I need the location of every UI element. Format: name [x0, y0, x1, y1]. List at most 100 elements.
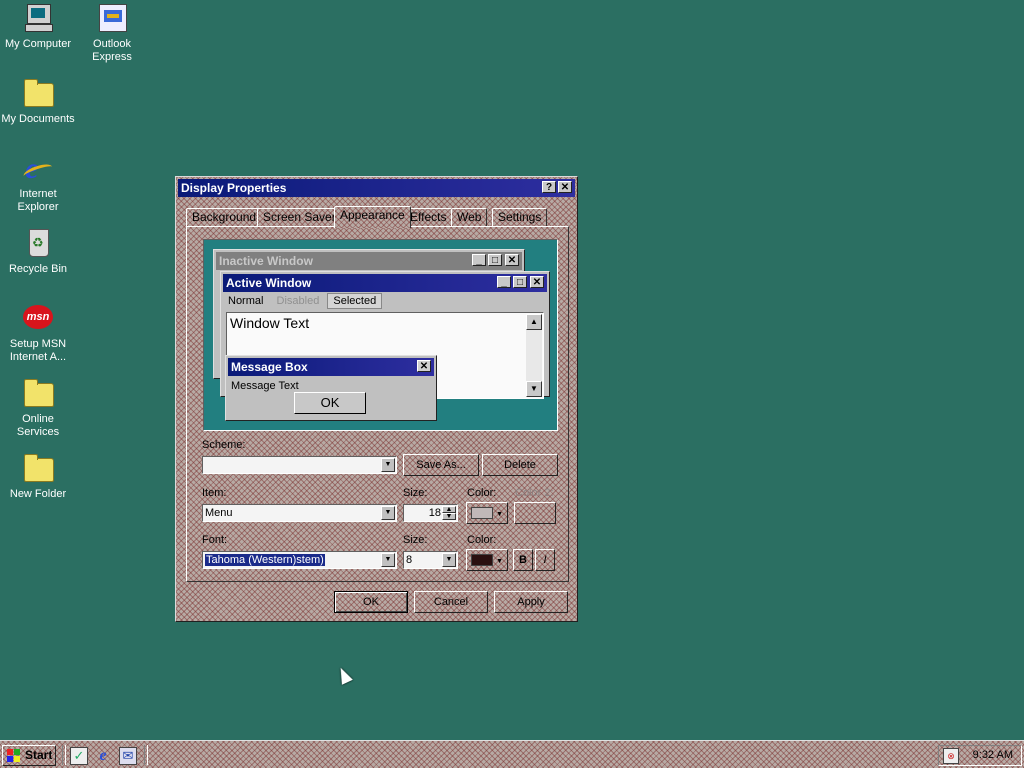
item-color-button[interactable]: ▼	[466, 502, 508, 524]
quicklaunch-divider	[62, 745, 66, 765]
dialog-titlebar[interactable]: Display Properties ? ✕	[178, 179, 575, 197]
bold-button[interactable]: B	[513, 549, 533, 571]
chevron-down-icon: ▼	[381, 506, 395, 520]
taskbar-divider	[144, 745, 148, 765]
folder-icon	[22, 452, 54, 484]
font-dropdown[interactable]: Tahoma (Western)stem) ▼	[202, 551, 397, 569]
font-color-label: Color:	[467, 534, 497, 546]
font-color-button[interactable]: ▼	[466, 549, 508, 571]
desktop-icon-label: My Documents	[1, 113, 75, 125]
save-as-button[interactable]: Save As...	[403, 454, 479, 476]
close-icon: ✕	[530, 276, 544, 288]
outlook-express-icon	[96, 2, 128, 34]
chevron-down-icon: ▼	[381, 553, 395, 567]
italic-button[interactable]: I	[535, 549, 555, 571]
tab-background[interactable]: Background	[186, 208, 263, 226]
scheduler-icon[interactable]: ⊗	[943, 748, 959, 764]
scroll-down-icon: ▼	[526, 381, 542, 397]
scheme-dropdown[interactable]: ▼	[202, 456, 397, 474]
scheme-preview[interactable]: Inactive Window _ □ ✕ Active Window _ □ …	[203, 239, 558, 431]
item-dropdown[interactable]: Menu ▼	[202, 504, 397, 522]
delete-button[interactable]: Delete	[482, 454, 558, 476]
help-button[interactable]: ?	[542, 181, 556, 193]
desktop-icon-label: My Computer	[4, 38, 72, 50]
appearance-panel: Inactive Window _ □ ✕ Active Window _ □ …	[186, 226, 569, 582]
color2-button	[514, 502, 556, 524]
spin-down-icon[interactable]: ▼	[442, 513, 456, 520]
desktop-icon-my-computer[interactable]: My Computer	[0, 2, 76, 51]
taskbar: Start ✓ e ✉ ⊗ 9:32 AM	[0, 740, 1024, 768]
item-size-label: Size:	[403, 487, 428, 499]
color2-label: Color 2:	[515, 487, 554, 499]
display-properties-dialog: Display Properties ? ✕ Background Screen…	[175, 176, 578, 622]
recycle-bin-icon	[22, 227, 54, 259]
message-box-title: Message Box	[228, 358, 434, 376]
item-size-spinner[interactable]: 18 ▲ ▼	[403, 504, 458, 522]
windows-logo-icon	[7, 749, 21, 762]
item-value: Menu	[205, 507, 233, 519]
tab-screen-saver[interactable]: Screen Saver	[257, 208, 342, 226]
msn-icon: msn	[22, 302, 54, 334]
font-size-label: Size:	[403, 534, 428, 546]
folder-icon	[22, 77, 54, 109]
font-size-value: 8	[406, 554, 413, 566]
ok-button[interactable]: OK	[334, 591, 408, 613]
minimize-icon: _	[472, 254, 486, 266]
close-icon: ✕	[417, 360, 431, 372]
color-swatch	[471, 554, 493, 567]
clock[interactable]: 9:32 AM	[973, 749, 1013, 761]
window-text: Window Text	[230, 315, 310, 331]
message-box-ok-button: OK	[294, 392, 366, 414]
item-color-label: Color:	[467, 487, 497, 499]
outlook-express-icon[interactable]: ✉	[119, 747, 137, 765]
desktop-icon-internet-explorer[interactable]: e Internet Explorer	[0, 152, 76, 214]
minimize-icon: _	[497, 276, 511, 288]
maximize-icon: □	[488, 254, 502, 266]
desktop-icon-label: Outlook Express	[92, 38, 132, 63]
tab-appearance[interactable]: Appearance	[334, 206, 411, 228]
scroll-up-icon: ▲	[526, 314, 542, 330]
desktop-icon-label: New Folder	[9, 488, 67, 500]
font-label: Font:	[202, 534, 228, 546]
preview-scrollbar: ▲ ▼	[526, 314, 542, 397]
desktop-icon-label: Recycle Bin	[8, 263, 68, 275]
cancel-button[interactable]: Cancel	[414, 591, 488, 613]
font-size-dropdown[interactable]: 8 ▼	[403, 551, 458, 569]
desktop-icon-label: Online Services	[16, 413, 60, 438]
menu-normal: Normal	[228, 295, 264, 307]
chevron-down-icon: ▼	[381, 458, 395, 472]
my-computer-icon	[22, 2, 54, 34]
menu-selected: Selected	[327, 293, 383, 309]
preview-menubar: Normal Disabled Selected	[223, 293, 383, 309]
chevron-down-icon: ▼	[496, 511, 503, 518]
font-value: Tahoma (Western)stem)	[205, 554, 325, 566]
folder-icon	[22, 377, 54, 409]
desktop-icon-online-services[interactable]: Online Services	[0, 377, 76, 439]
spin-up-icon[interactable]: ▲	[442, 506, 456, 513]
desktop-icon-recycle-bin[interactable]: Recycle Bin	[0, 227, 76, 276]
system-tray: ⊗ 9:32 AM	[938, 745, 1022, 766]
show-desktop-icon[interactable]: ✓	[70, 747, 88, 765]
close-button[interactable]: ✕	[558, 181, 572, 193]
internet-explorer-icon: e	[25, 152, 39, 185]
color-swatch	[471, 507, 493, 520]
apply-button[interactable]: Apply	[494, 591, 568, 613]
chevron-down-icon: ▼	[442, 553, 456, 567]
tab-settings[interactable]: Settings	[492, 208, 548, 226]
scheme-label: Scheme:	[202, 439, 246, 451]
tab-web[interactable]: Web	[451, 208, 488, 226]
start-button[interactable]: Start	[2, 745, 56, 766]
item-label: Item:	[202, 487, 227, 499]
desktop-icon-setup-msn[interactable]: msn Setup MSN Internet A...	[0, 302, 76, 364]
chevron-down-icon: ▼	[496, 558, 503, 565]
desktop-icon-outlook-express[interactable]: Outlook Express	[74, 2, 150, 64]
message-box-preview: Message Box ✕ Message Text OK	[225, 355, 437, 421]
mouse-cursor	[335, 665, 353, 685]
tab-effects[interactable]: Effects	[404, 208, 453, 226]
desktop-icon-new-folder[interactable]: New Folder	[0, 452, 76, 501]
item-size-value: 18	[428, 507, 441, 519]
internet-explorer-icon[interactable]: e	[95, 747, 111, 764]
dialog-title: Display Properties	[181, 181, 287, 195]
desktop-icon-my-documents[interactable]: My Documents	[0, 77, 76, 126]
desktop-icon-label: Internet Explorer	[17, 188, 59, 213]
